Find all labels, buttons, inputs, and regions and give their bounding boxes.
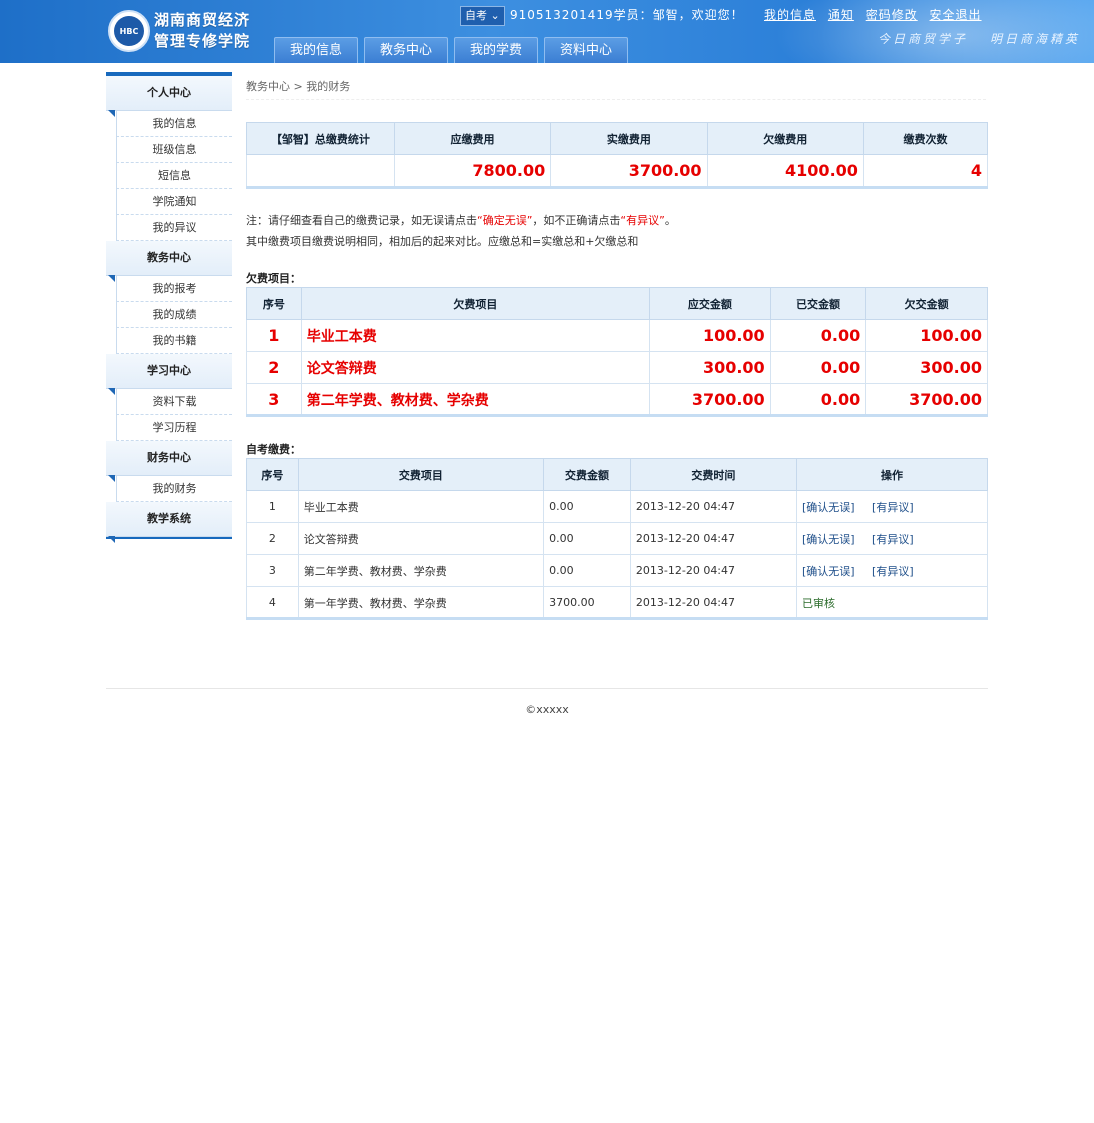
- chevron-down-icon: ⌄: [490, 9, 500, 22]
- sidebar-section-finance[interactable]: 财务中心: [106, 441, 232, 482]
- summary-payment-count: 4: [862, 154, 989, 187]
- summary-owed-total: 4100.00: [706, 154, 864, 187]
- tab-resource-center[interactable]: 资料中心: [544, 37, 628, 63]
- arrears-title: 欠费项目：: [246, 272, 301, 285]
- summary-header: 缴费次数: [862, 122, 989, 155]
- sidebar-item-study-history[interactable]: 学习历程: [116, 415, 232, 441]
- payments-header: 操作: [795, 458, 989, 491]
- summary-header: 应缴费用: [393, 122, 552, 155]
- confirm-button[interactable]: [确认无误]: [802, 501, 855, 514]
- table-row: 3 第二年学费、教材费、学杂费 3700.00 0.00 3700.00: [246, 383, 988, 416]
- sidebar-section-teaching[interactable]: 教学系统: [106, 502, 232, 543]
- arrears-header: 序号: [246, 287, 302, 320]
- table-row: 1 毕业工本费 100.00 0.00 100.00: [246, 319, 988, 352]
- confirm-button[interactable]: [确认无误]: [802, 533, 855, 546]
- table-row: 1 毕业工本费 0.00 2013-12-20 04:47 [确认无误] [有异…: [246, 490, 989, 523]
- summary-due-total: 7800.00: [393, 154, 552, 187]
- exam-type-select[interactable]: 自考 ⌄: [460, 6, 505, 26]
- confirm-button[interactable]: [确认无误]: [802, 565, 855, 578]
- tab-my-info[interactable]: 我的信息: [274, 37, 358, 63]
- payments-header: 交费金额: [543, 458, 631, 491]
- arrears-table: 序号 欠费项目 应交金额 已交金额 欠交金额 1 毕业工本费 100.00 0.…: [246, 287, 988, 416]
- fee-note: 注：请仔细查看自己的缴费记录，如无误请点击“确定无误”，如不正确请点击“有异议”…: [246, 214, 676, 248]
- payments-table: 序号 交费项目 交费金额 交费时间 操作 1 毕业工本费 0.00 2013-1…: [246, 458, 989, 619]
- fee-summary-table: 【邹智】总缴费统计 应缴费用 实缴费用 欠缴费用 缴费次数 7800.00 37…: [246, 122, 989, 187]
- slogan-2: 明日商海精英: [990, 32, 1081, 46]
- arrears-header: 应交金额: [649, 287, 771, 320]
- summary-cell: [246, 154, 395, 187]
- welcome-text: 910513201419学员：邹智，欢迎您！: [510, 8, 744, 22]
- status-badge: 已审核: [795, 586, 989, 619]
- sidebar-item-notices[interactable]: 学院通知: [116, 189, 232, 215]
- arrears-header: 欠交金额: [865, 287, 988, 320]
- summary-header: 【邹智】总缴费统计: [246, 122, 395, 155]
- table-row: 2 论文答辩费 300.00 0.00 300.00: [246, 351, 988, 384]
- sidebar-item-grades[interactable]: 我的成绩: [116, 302, 232, 328]
- payments-title: 自考缴费：: [246, 443, 301, 456]
- sidebar-item-exam-reg[interactable]: 我的报考: [116, 276, 232, 302]
- sidebar-item-downloads[interactable]: 资料下载: [116, 389, 232, 415]
- slogan-1: 今日商贸学子: [878, 32, 969, 46]
- sidebar: 个人中心 我的信息 班级信息 短信息 学院通知 我的异议 教务中心 我的报考 我…: [106, 72, 232, 543]
- link-change-password[interactable]: 密码修改: [866, 8, 918, 22]
- link-my-info[interactable]: 我的信息: [764, 8, 816, 22]
- table-row: 2 论文答辩费 0.00 2013-12-20 04:47 [确认无误] [有异…: [246, 522, 989, 555]
- tab-my-tuition[interactable]: 我的学费: [454, 37, 538, 63]
- link-logout[interactable]: 安全退出: [930, 8, 982, 22]
- header: HBC 湖南商贸经济 管理专修学院 自考 ⌄ 910513201419学员：邹智…: [0, 0, 1094, 63]
- breadcrumb-finance: 我的财务: [306, 80, 351, 93]
- summary-header: 欠缴费用: [706, 122, 864, 155]
- sidebar-item-books[interactable]: 我的书籍: [116, 328, 232, 354]
- breadcrumb-academic[interactable]: 教务中心: [246, 80, 290, 93]
- logo-line-1: 湖南商贸经济: [154, 11, 251, 29]
- table-row: 3 第二年学费、教材费、学杂费 0.00 2013-12-20 04:47 [确…: [246, 554, 989, 587]
- summary-header: 实缴费用: [550, 122, 708, 155]
- sidebar-item-messages[interactable]: 短信息: [116, 163, 232, 189]
- dispute-button[interactable]: [有异议]: [872, 533, 914, 546]
- payments-header: 序号: [246, 458, 299, 491]
- sidebar-item-disputes[interactable]: 我的异议: [116, 215, 232, 241]
- sidebar-item-my-info[interactable]: 我的信息: [116, 111, 232, 137]
- school-logo[interactable]: HBC 湖南商贸经济 管理专修学院: [108, 8, 268, 56]
- arrears-header: 已交金额: [769, 287, 867, 320]
- logo-line-2: 管理专修学院: [154, 32, 251, 50]
- link-notice[interactable]: 通知: [828, 8, 854, 22]
- sidebar-section-academic[interactable]: 教务中心: [106, 241, 232, 282]
- sidebar-section-study[interactable]: 学习中心: [106, 354, 232, 395]
- sidebar-section-personal[interactable]: 个人中心: [106, 76, 232, 117]
- payments-header: 交费时间: [629, 458, 797, 491]
- tab-academic-center[interactable]: 教务中心: [364, 37, 448, 63]
- dispute-button[interactable]: [有异议]: [872, 565, 914, 578]
- summary-paid-total: 3700.00: [550, 154, 708, 187]
- sidebar-item-class-info[interactable]: 班级信息: [116, 137, 232, 163]
- table-row: 4 第一年学费、教材费、学杂费 3700.00 2013-12-20 04:47…: [246, 586, 989, 619]
- footer-copyright: ©xxxxx: [525, 703, 569, 716]
- arrears-header: 欠费项目: [300, 287, 651, 320]
- sidebar-item-my-finance[interactable]: 我的财务: [116, 476, 232, 502]
- payments-header: 交费项目: [297, 458, 545, 491]
- dispute-button[interactable]: [有异议]: [872, 501, 914, 514]
- breadcrumb: 教务中心 > 我的财务: [246, 80, 351, 93]
- top-links: 我的信息 通知 密码修改 安全退出: [764, 5, 990, 25]
- school-seal-icon: HBC: [108, 10, 150, 52]
